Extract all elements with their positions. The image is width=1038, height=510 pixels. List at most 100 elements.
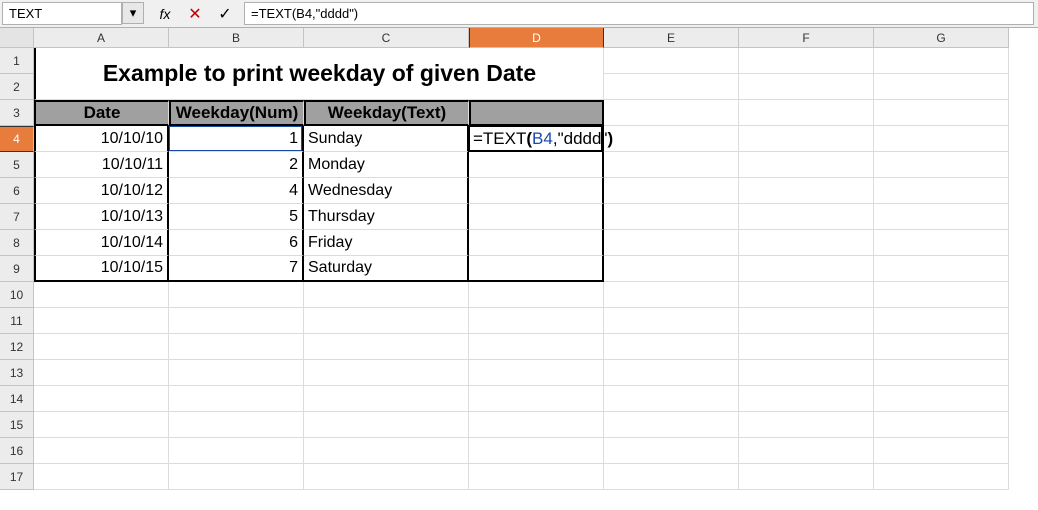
cell-B3[interactable]: Weekday(Num) xyxy=(169,100,304,126)
cell-G13[interactable] xyxy=(874,360,1009,386)
select-all-corner[interactable] xyxy=(0,28,34,48)
cell-A8[interactable]: 10/10/14 xyxy=(34,230,169,256)
cell-E14[interactable] xyxy=(604,386,739,412)
cell-G8[interactable] xyxy=(874,230,1009,256)
cell-D11[interactable] xyxy=(469,308,604,334)
row-header-3[interactable]: 3 xyxy=(0,100,34,126)
cell-D16[interactable] xyxy=(469,438,604,464)
cell-C7[interactable]: Thursday xyxy=(304,204,469,230)
cell-E1[interactable] xyxy=(604,48,739,74)
row-header-9[interactable]: 9 xyxy=(0,256,34,282)
cell-E12[interactable] xyxy=(604,334,739,360)
cell-G14[interactable] xyxy=(874,386,1009,412)
cell-C3[interactable]: Weekday(Text) xyxy=(304,100,469,126)
cell-F9[interactable] xyxy=(739,256,874,282)
row-header-4[interactable]: 4 xyxy=(0,126,34,152)
cell-F13[interactable] xyxy=(739,360,874,386)
cell-G10[interactable] xyxy=(874,282,1009,308)
cell-C9[interactable]: Saturday xyxy=(304,256,469,282)
cell-F6[interactable] xyxy=(739,178,874,204)
cell-F1[interactable] xyxy=(739,48,874,74)
cell-F5[interactable] xyxy=(739,152,874,178)
cell-title[interactable]: Example to print weekday of given Date xyxy=(34,48,604,100)
cell-G16[interactable] xyxy=(874,438,1009,464)
cell-B17[interactable] xyxy=(169,464,304,490)
cell-D9[interactable] xyxy=(469,256,604,282)
cell-E16[interactable] xyxy=(604,438,739,464)
cell-F14[interactable] xyxy=(739,386,874,412)
cell-E5[interactable] xyxy=(604,152,739,178)
cell-G2[interactable] xyxy=(874,74,1009,100)
cell-D6[interactable] xyxy=(469,178,604,204)
column-header-A[interactable]: A xyxy=(34,28,169,48)
name-box[interactable]: TEXT xyxy=(2,2,122,25)
cell-E7[interactable] xyxy=(604,204,739,230)
cell-G4[interactable] xyxy=(874,126,1009,152)
cell-B6[interactable]: 4 xyxy=(169,178,304,204)
row-header-12[interactable]: 12 xyxy=(0,334,34,360)
formula-input[interactable]: =TEXT(B4,"dddd") xyxy=(244,2,1034,25)
row-header-5[interactable]: 5 xyxy=(0,152,34,178)
cell-C8[interactable]: Friday xyxy=(304,230,469,256)
cell-E15[interactable] xyxy=(604,412,739,438)
cell-C13[interactable] xyxy=(304,360,469,386)
cell-E17[interactable] xyxy=(604,464,739,490)
cell-E9[interactable] xyxy=(604,256,739,282)
row-header-10[interactable]: 10 xyxy=(0,282,34,308)
cell-G9[interactable] xyxy=(874,256,1009,282)
cell-A15[interactable] xyxy=(34,412,169,438)
cell-E10[interactable] xyxy=(604,282,739,308)
cell-E2[interactable] xyxy=(604,74,739,100)
cell-F15[interactable] xyxy=(739,412,874,438)
cell-G6[interactable] xyxy=(874,178,1009,204)
row-header-11[interactable]: 11 xyxy=(0,308,34,334)
cell-D3[interactable] xyxy=(469,100,604,126)
cell-G15[interactable] xyxy=(874,412,1009,438)
cell-B12[interactable] xyxy=(169,334,304,360)
cell-G7[interactable] xyxy=(874,204,1009,230)
cell-A9[interactable]: 10/10/15 xyxy=(34,256,169,282)
cell-E8[interactable] xyxy=(604,230,739,256)
cell-C15[interactable] xyxy=(304,412,469,438)
cancel-button[interactable]: ✕ xyxy=(180,0,210,27)
cell-C10[interactable] xyxy=(304,282,469,308)
cell-B5[interactable]: 2 xyxy=(169,152,304,178)
cell-B8[interactable]: 6 xyxy=(169,230,304,256)
cell-F4[interactable] xyxy=(739,126,874,152)
cell-D13[interactable] xyxy=(469,360,604,386)
column-header-B[interactable]: B xyxy=(169,28,304,48)
cell-E11[interactable] xyxy=(604,308,739,334)
cell-E3[interactable] xyxy=(604,100,739,126)
cell-B16[interactable] xyxy=(169,438,304,464)
cell-B14[interactable] xyxy=(169,386,304,412)
cell-F10[interactable] xyxy=(739,282,874,308)
name-box-dropdown[interactable]: ▾ xyxy=(122,2,144,24)
cell-D14[interactable] xyxy=(469,386,604,412)
column-header-D[interactable]: D xyxy=(469,28,604,48)
cell-A16[interactable] xyxy=(34,438,169,464)
cell-F3[interactable] xyxy=(739,100,874,126)
row-header-13[interactable]: 13 xyxy=(0,360,34,386)
function-wizard-button[interactable]: fx xyxy=(150,0,180,27)
cell-A6[interactable]: 10/10/12 xyxy=(34,178,169,204)
cell-A11[interactable] xyxy=(34,308,169,334)
cell-G5[interactable] xyxy=(874,152,1009,178)
cell-C14[interactable] xyxy=(304,386,469,412)
cell-D7[interactable] xyxy=(469,204,604,230)
cell-F8[interactable] xyxy=(739,230,874,256)
row-header-16[interactable]: 16 xyxy=(0,438,34,464)
column-header-F[interactable]: F xyxy=(739,28,874,48)
cell-F12[interactable] xyxy=(739,334,874,360)
cell-C16[interactable] xyxy=(304,438,469,464)
row-header-1[interactable]: 1 xyxy=(0,48,34,74)
cell-E13[interactable] xyxy=(604,360,739,386)
cell-C17[interactable] xyxy=(304,464,469,490)
cell-G3[interactable] xyxy=(874,100,1009,126)
cell-D12[interactable] xyxy=(469,334,604,360)
cell-B13[interactable] xyxy=(169,360,304,386)
cell-C11[interactable] xyxy=(304,308,469,334)
cell-C5[interactable]: Monday xyxy=(304,152,469,178)
cell-B10[interactable] xyxy=(169,282,304,308)
cell-D17[interactable] xyxy=(469,464,604,490)
cell-A5[interactable]: 10/10/11 xyxy=(34,152,169,178)
